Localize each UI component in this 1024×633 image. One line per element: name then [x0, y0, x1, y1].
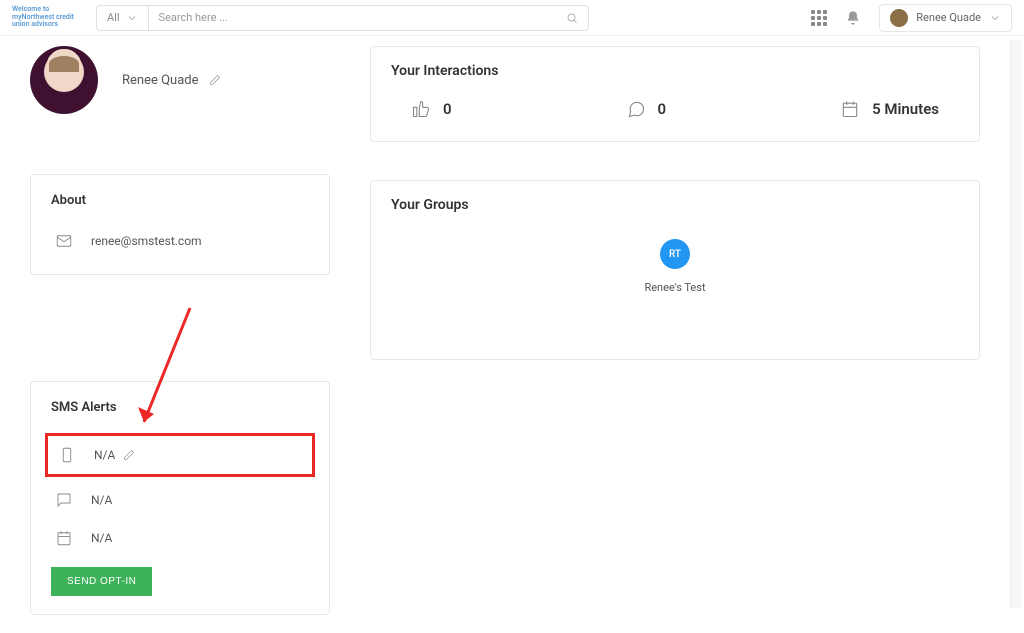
profile-name: Renee Quade — [122, 73, 199, 88]
about-email: renee@smstest.com — [91, 234, 202, 248]
email-icon — [55, 232, 73, 250]
group-item[interactable]: RT Renee's Test — [391, 239, 959, 294]
sms-message-row: N/A — [51, 481, 309, 519]
search-icon — [566, 12, 578, 24]
interactions-title: Your Interactions — [391, 63, 959, 79]
main-content: Renee Quade About renee@smstest.com SMS … — [0, 36, 1024, 633]
edit-icon[interactable] — [123, 449, 135, 461]
edit-icon[interactable] — [209, 74, 221, 86]
comment-icon — [55, 491, 73, 509]
search-placeholder: Search here ... — [159, 11, 228, 24]
right-column: Your Interactions 0 0 5 Minutes Your Gro… — [370, 46, 994, 633]
user-menu[interactable]: Renee Quade — [879, 4, 1012, 32]
profile-avatar — [30, 46, 98, 114]
sms-date-value: N/A — [91, 531, 112, 545]
calendar-icon — [840, 99, 860, 119]
search-input[interactable]: Search here ... — [149, 5, 589, 31]
interactions-card: Your Interactions 0 0 5 Minutes — [370, 46, 980, 142]
apps-icon[interactable] — [811, 10, 827, 26]
search-container: All Search here ... — [96, 5, 589, 31]
sms-title: SMS Alerts — [51, 400, 309, 415]
comments-count: 0 — [658, 100, 667, 118]
search-category-label: All — [107, 11, 120, 24]
sms-date-row: N/A — [51, 519, 309, 557]
thumbs-up-icon — [411, 99, 431, 119]
left-column: Renee Quade About renee@smstest.com SMS … — [30, 46, 330, 633]
notifications-icon[interactable] — [845, 10, 861, 26]
groups-title: Your Groups — [391, 197, 959, 213]
search-category-dropdown[interactable]: All — [96, 5, 149, 31]
header-right: Renee Quade — [811, 4, 1012, 32]
sms-phone-value: N/A — [94, 448, 115, 462]
about-card: About renee@smstest.com — [30, 174, 330, 275]
likes-count: 0 — [443, 100, 452, 118]
group-name: Renee's Test — [644, 281, 705, 294]
interaction-likes: 0 — [411, 99, 452, 119]
interaction-time: 5 Minutes — [840, 99, 939, 119]
about-email-row: renee@smstest.com — [51, 226, 309, 256]
comment-icon — [626, 99, 646, 119]
interaction-comments: 0 — [626, 99, 667, 119]
phone-icon — [58, 446, 76, 464]
groups-card: Your Groups RT Renee's Test — [370, 180, 980, 360]
profile-name-row: Renee Quade — [122, 73, 221, 88]
calendar-icon — [55, 529, 73, 547]
top-header: Welcome to myNorthwest credit union advi… — [0, 0, 1024, 36]
sms-message-value: N/A — [91, 493, 112, 507]
send-opt-in-button[interactable]: SEND OPT-IN — [51, 567, 152, 596]
profile-header: Renee Quade — [30, 46, 330, 114]
about-title: About — [51, 193, 309, 208]
user-avatar-small — [890, 9, 908, 27]
sms-phone-row: N/A — [45, 433, 315, 477]
group-avatar: RT — [660, 239, 690, 269]
time-value: 5 Minutes — [872, 100, 939, 118]
chevron-down-icon — [126, 12, 138, 24]
chevron-down-icon — [989, 12, 1001, 24]
sms-alerts-card: SMS Alerts N/A N/A N/A SEND OPT-IN — [30, 381, 330, 615]
user-name: Renee Quade — [916, 11, 981, 24]
logo: Welcome to myNorthwest credit union advi… — [12, 6, 84, 29]
interactions-grid: 0 0 5 Minutes — [391, 93, 959, 119]
